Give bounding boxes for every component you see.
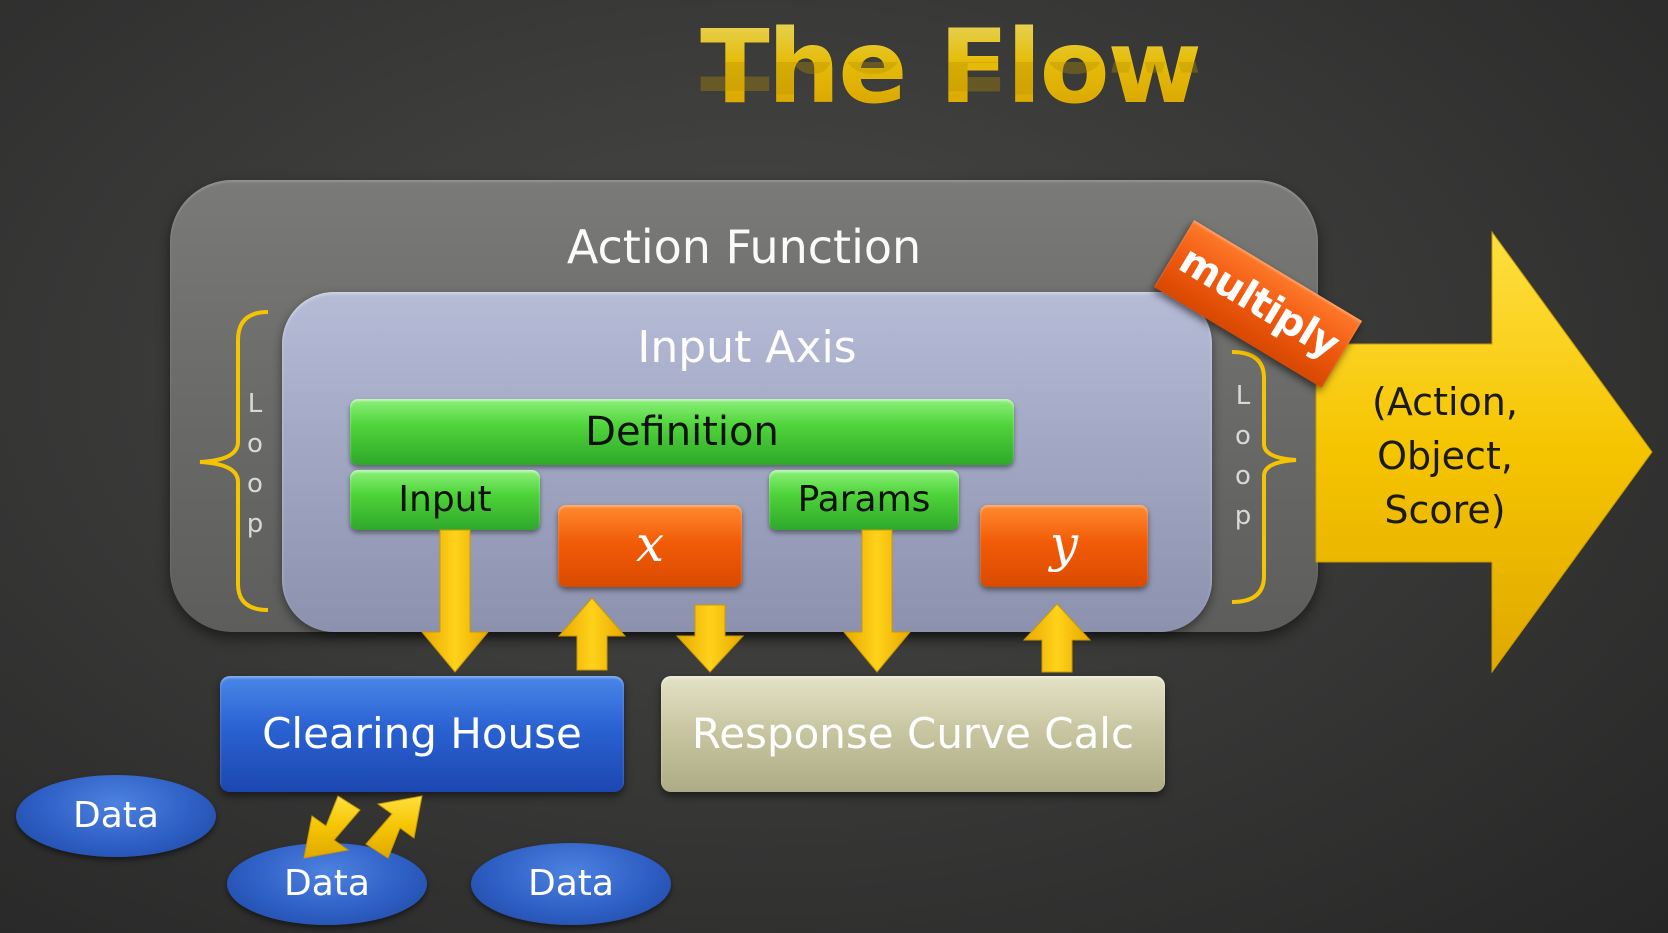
result-line: (Action, [1372,380,1518,424]
arrow-up-to-x [557,597,627,671]
result-line: Object, [1377,434,1513,478]
loop-bracket-left [199,310,269,612]
diagram-stage: The Flow The Flow Action Function Input … [0,0,1668,933]
arrow-down-x [675,604,745,673]
result-line: Score) [1384,488,1506,532]
arrow-from-data [365,795,423,859]
arrow-up-to-y [1022,603,1092,673]
arrow-to-data [303,795,361,859]
arrow-down-params [842,529,912,673]
result-tuple: (Action, Object, Score) [1340,375,1550,537]
loop-bracket-right [1231,350,1297,604]
arrow-down-input [420,529,490,673]
